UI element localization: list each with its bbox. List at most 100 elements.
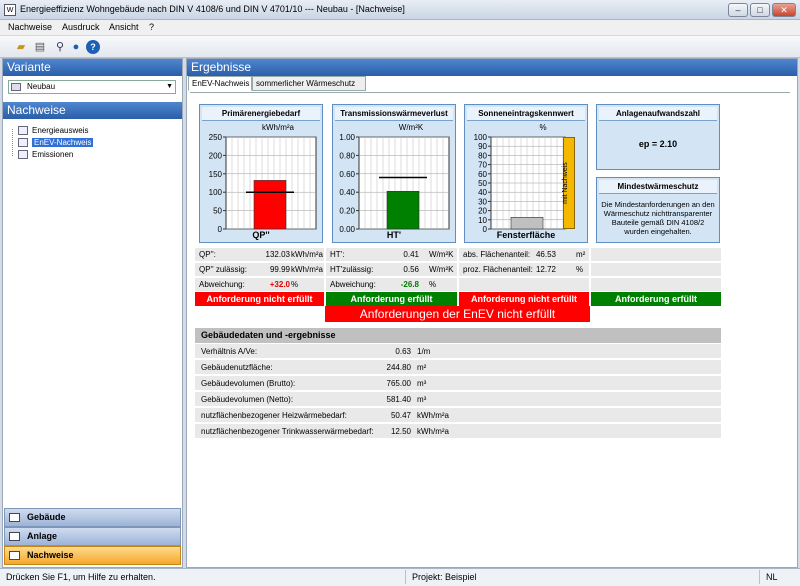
menu-ausdruck[interactable]: Ausdruck xyxy=(62,22,100,32)
building-label: Gebäudenutzfläche: xyxy=(201,363,273,372)
building-value: 12.50 xyxy=(390,427,411,436)
card-transmission: Transmissionswärmeverlust W/m²K 0.00 0.20… xyxy=(332,104,456,243)
value-label: proz. Flächenanteil: xyxy=(463,265,533,274)
value-row-sonne: proz. Flächenanteil: 12.72% xyxy=(459,263,589,277)
preview-icon[interactable]: ⚲ xyxy=(53,40,67,54)
value-row-sonne: abs. Flächenanteil: 46.53 m² xyxy=(459,248,589,262)
card-title: Mindestwärmeschutz xyxy=(599,180,717,194)
y-tick-label: 50 xyxy=(478,179,487,188)
y-tick-label: 80 xyxy=(478,151,487,160)
building-label: nutzflächenbezogener Trinkwasserwärmebed… xyxy=(201,427,374,436)
app-icon[interactable]: W xyxy=(4,4,16,16)
y-tick-label: 60 xyxy=(478,170,487,179)
value-unit: m² xyxy=(576,250,586,259)
y-tick-label: 0.20 xyxy=(339,207,355,216)
y-tick-label: 1.00 xyxy=(339,133,355,142)
y-tick-label: 250 xyxy=(209,133,223,142)
value-number: -26.8 xyxy=(400,280,419,289)
value-row-ht: HT': 0.41 W/m²K xyxy=(326,248,457,262)
status-help: Drücken Sie F1, um Hilfe zu erhalten. xyxy=(2,570,406,584)
value-label: abs. Flächenanteil: xyxy=(463,250,531,259)
building-label: Gebäudevolumen (Netto): xyxy=(201,395,294,404)
value-row-empty xyxy=(591,278,721,292)
value-unit: kWh/m²a xyxy=(291,250,323,259)
nachweise-header: Nachweise xyxy=(3,102,182,119)
help-icon[interactable]: ? xyxy=(86,40,100,54)
y-tick-label: 70 xyxy=(478,161,487,170)
tree-item-emissionen[interactable]: Emissionen xyxy=(18,149,73,161)
y-tick-label: 50 xyxy=(213,207,222,216)
data-bar xyxy=(253,180,287,230)
building-unit: m² xyxy=(417,363,427,372)
nav-anlage[interactable]: Anlage xyxy=(4,527,181,546)
value-row-empty xyxy=(591,248,721,262)
value-unit: W/m²K xyxy=(429,250,454,259)
y-tick-label: 0.40 xyxy=(339,188,355,197)
status-qp: Anforderung nicht erfüllt xyxy=(195,292,324,306)
print-icon[interactable]: ▤ xyxy=(33,40,47,54)
chart-ht: 0.000.200.400.600.801.00 xyxy=(339,133,450,234)
overall-status: Anforderungen der EnEV nicht erfüllt xyxy=(325,306,590,322)
variante-header: Variante xyxy=(3,59,182,76)
menu-help[interactable]: ? xyxy=(149,22,154,32)
building-value: 0.63 xyxy=(395,347,411,356)
value-unit: W/m²K xyxy=(429,265,454,274)
card-anlagenaufwand: Anlagenaufwandszahl ep = 2.10 xyxy=(596,104,720,170)
chart-qp: 050100150200250 xyxy=(209,133,317,234)
tree-item-enev-nachweis[interactable]: EnEV-Nachweis xyxy=(18,137,94,149)
card-title: Primärenergiebedarf xyxy=(202,107,320,121)
minimize-icon[interactable]: – xyxy=(728,3,748,17)
data-bar xyxy=(510,216,544,230)
document-icon xyxy=(9,551,20,560)
value-number: 0.56 xyxy=(403,265,419,274)
building-row: Verhältnis A/Ve: 0.63 1/m xyxy=(195,344,721,359)
card-mindestwaermeschutz: Mindestwärmeschutz Die Mindestanforderun… xyxy=(596,177,720,243)
y-tick-label: 100 xyxy=(474,133,488,142)
nav-gebaeude[interactable]: Gebäude xyxy=(4,508,181,527)
value-row-ht: Abweichung: -26.8% xyxy=(326,278,457,292)
chevron-down-icon[interactable]: ▼ xyxy=(166,81,173,93)
document-icon xyxy=(18,138,28,148)
value-number: 46.53 xyxy=(535,250,556,259)
menu-ansicht[interactable]: Ansicht xyxy=(109,22,139,32)
card-title: Anlagenaufwandszahl xyxy=(599,107,717,121)
document-icon xyxy=(18,150,28,160)
building-unit: m³ xyxy=(417,395,427,404)
value-row-empty xyxy=(459,278,589,292)
tree-item-energieausweis[interactable]: Energieausweis xyxy=(18,125,88,137)
system-icon xyxy=(9,532,20,541)
building-value: 50.47 xyxy=(390,411,411,420)
close-icon[interactable]: ✕ xyxy=(772,3,796,17)
value-row-qp: QP'' zulässig: 99.99 kWh/m²a xyxy=(195,263,324,277)
maximize-icon[interactable]: □ xyxy=(750,3,770,17)
building-row: nutzflächenbezogener Heizwärmebedarf: 50.… xyxy=(195,408,721,423)
value-label: Abweichung: xyxy=(330,280,376,289)
y-tick-label: 40 xyxy=(478,188,487,197)
card-sonneneintrag: Sonneneintragskennwert % 0 10 20 30 40 50 60 70… xyxy=(464,104,588,243)
open-icon[interactable]: ▰ xyxy=(14,40,28,54)
building-label: Verhältnis A/Ve: xyxy=(201,347,258,356)
tab-sommerlicher-waermeschutz[interactable]: sommerlicher Wärmeschutz xyxy=(252,76,366,91)
building-label: nutzflächenbezogener Heizwärmebedarf: xyxy=(201,411,347,420)
variant-select[interactable]: Neubau ▼ xyxy=(8,80,176,94)
globe-icon[interactable]: ● xyxy=(69,40,83,54)
card-title: Transmissionswärmeverlust xyxy=(335,107,453,121)
building-unit: kWh/m²a xyxy=(417,427,449,436)
y-tick-label: 0.60 xyxy=(339,170,355,179)
data-bar xyxy=(386,190,420,230)
building-value: 244.80 xyxy=(386,363,411,372)
y-tick-label: 150 xyxy=(209,170,223,179)
tab-enev-nachweis[interactable]: EnEV-Nachweis xyxy=(188,76,252,91)
value-label: HT'zulässig: xyxy=(330,265,374,274)
card-title: Sonneneintragskennwert xyxy=(467,107,585,121)
value-unit: % xyxy=(291,280,299,289)
value-row-empty xyxy=(591,263,721,277)
nav-nachweise[interactable]: Nachweise xyxy=(4,546,181,565)
unit-label: % xyxy=(539,123,547,132)
tree-line xyxy=(12,129,13,156)
menu-nachweise[interactable]: Nachweise xyxy=(8,22,52,32)
building-row: Gebäudevolumen (Netto): 581.40 m³ xyxy=(195,392,721,407)
side-label: mit Nachweis xyxy=(562,162,569,204)
value-label: Abweichung: xyxy=(199,280,245,289)
unit-label: W/m²K xyxy=(398,123,424,132)
